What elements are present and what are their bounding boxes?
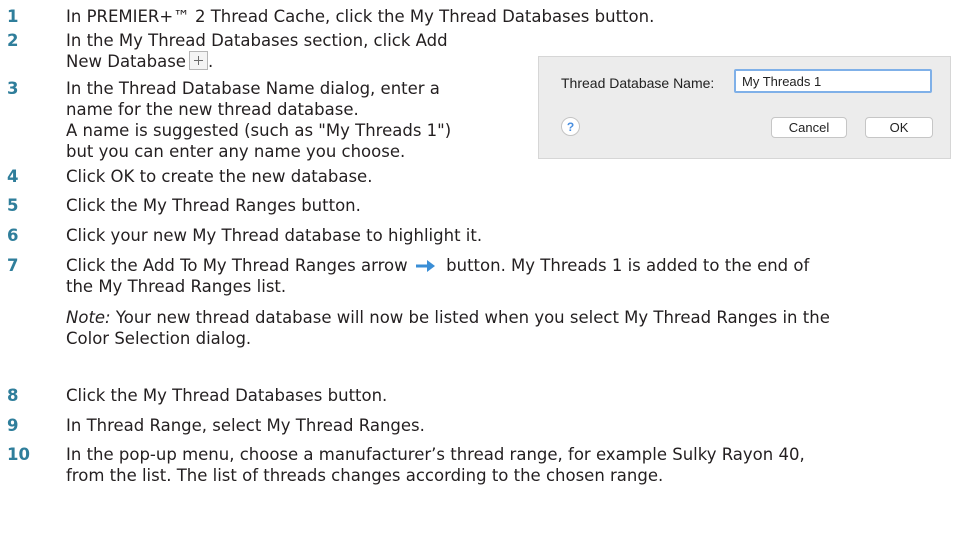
step-text: Click your new My Thread database to hig…	[66, 226, 483, 245]
step-number: 7	[7, 256, 19, 275]
step-text: In the Thread Database Name dialog, ente…	[66, 78, 451, 162]
step-line: the My Thread Ranges list.	[66, 277, 287, 296]
step-line: name for the new thread database.	[66, 100, 359, 119]
cancel-button[interactable]: Cancel	[771, 117, 847, 138]
step-line: In the pop-up menu, choose a manufacture…	[66, 445, 805, 464]
step-line: A name is suggested (such as "My Threads…	[66, 121, 452, 140]
step-number: 6	[7, 226, 19, 245]
step-text: In Thread Range, select My Thread Ranges…	[66, 416, 425, 435]
step-line-text: New Database	[66, 52, 186, 71]
step-number: 10	[7, 445, 30, 464]
database-name-input[interactable]	[734, 69, 932, 93]
step-text: Click the My Thread Ranges button.	[66, 196, 361, 215]
note-label: Note:	[66, 308, 111, 327]
step-text: Click the My Thread Databases button.	[66, 386, 388, 405]
step-line: Click the Add To My Thread Ranges arrow …	[66, 255, 830, 276]
step-number: 3	[7, 79, 19, 98]
step-number: 4	[7, 167, 19, 186]
step-text: In the pop-up menu, choose a manufacture…	[66, 444, 805, 486]
note: Note: Your new thread database will now …	[66, 307, 830, 328]
step-text: In the My Thread Databases section, clic…	[66, 30, 448, 72]
step-number: 8	[7, 386, 19, 405]
step-text: Click the Add To My Thread Ranges arrow …	[66, 255, 830, 349]
step-line: In the Thread Database Name dialog, ente…	[66, 79, 440, 98]
dialog-label: Thread Database Name:	[561, 75, 715, 91]
thread-database-name-dialog: Thread Database Name: ? Cancel OK	[538, 56, 951, 159]
step-text: Click OK to create the new database.	[66, 167, 373, 186]
step-line: but you can enter any name you choose.	[66, 142, 406, 161]
step-text: In PREMIER+™ 2 Thread Cache, click the M…	[66, 7, 655, 26]
help-icon[interactable]: ?	[561, 117, 580, 136]
step-line: from the list. The list of threads chang…	[66, 466, 664, 485]
step-number: 1	[7, 7, 19, 26]
note-line: Color Selection dialog.	[66, 329, 252, 348]
step-line-text: button. My Threads 1 is added to the end…	[446, 256, 810, 275]
step-number: 2	[7, 31, 19, 50]
note-text: Your new thread database will now be lis…	[110, 308, 830, 327]
step-line: New Database.	[66, 51, 214, 71]
step-number: 9	[7, 416, 19, 435]
step-line-text: Click the Add To My Thread Ranges arrow	[66, 256, 408, 275]
step-line: In the My Thread Databases section, clic…	[66, 31, 448, 50]
plus-icon	[188, 51, 208, 70]
ok-button[interactable]: OK	[865, 117, 933, 138]
arrow-right-icon	[415, 260, 435, 272]
step-number: 5	[7, 196, 19, 215]
